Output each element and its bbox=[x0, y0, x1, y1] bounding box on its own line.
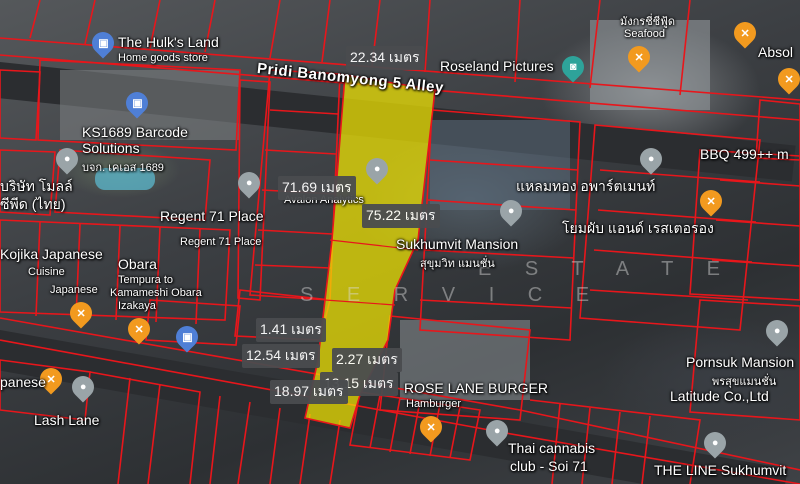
label-lash-lane[interactable]: Lash Lane bbox=[34, 412, 99, 428]
restaurant-icon: ✕ bbox=[706, 195, 716, 208]
label-ks1689-l2: Solutions bbox=[82, 140, 140, 156]
place-icon: ● bbox=[773, 325, 781, 337]
place-icon: ● bbox=[245, 177, 253, 189]
label-sukhumvit-mansion[interactable]: Sukhumvit Mansion bbox=[396, 236, 518, 252]
watermark-service: S E R V I C E bbox=[300, 284, 604, 306]
label-thai-cannabis[interactable]: Thai cannabis bbox=[508, 440, 595, 456]
shopping-bag-icon: ▣ bbox=[181, 331, 193, 344]
label-thai-cannabis2: club - Soi 71 bbox=[510, 458, 588, 474]
label-bbq[interactable]: BBQ 499++ m bbox=[700, 146, 789, 162]
label-sukhumvit-mansion-th: สุขุมวิท แมนชั่น bbox=[420, 258, 495, 270]
restaurant-icon: ✕ bbox=[740, 27, 750, 40]
satellite-map[interactable]: E S T A T E S E R V I C E ▣ ◙ ✕ ✕ ✕ ▣ ● … bbox=[0, 0, 800, 484]
place-icon: ● bbox=[647, 153, 655, 165]
restaurant-icon: ✕ bbox=[46, 373, 56, 386]
label-roseland[interactable]: Roseland Pictures bbox=[440, 58, 554, 74]
measure-top-width: 22.34 เมตร bbox=[346, 46, 424, 70]
label-kojika[interactable]: Kojika Japanese bbox=[0, 246, 103, 262]
measure-left-length: 71.69 เมตร bbox=[278, 176, 356, 200]
label-rose-lane[interactable]: ROSE LANE BURGER bbox=[404, 380, 548, 396]
label-yellow-rest[interactable]: โยมผับ แอนด์ เรสเตอรอง bbox=[562, 218, 714, 240]
shopping-bag-icon: ▣ bbox=[97, 37, 109, 50]
label-hulks-land[interactable]: The Hulk's Land bbox=[118, 34, 219, 50]
label-regent2: Regent 71 Place bbox=[180, 236, 262, 248]
measure-3: 2.27 เมตร bbox=[332, 348, 402, 372]
restaurant-icon: ✕ bbox=[134, 323, 144, 336]
shopping-bag-icon: ▣ bbox=[131, 97, 143, 110]
label-ks1689[interactable]: KS1689 Barcode bbox=[82, 124, 188, 140]
label-hulks-land-sub: Home goods store bbox=[118, 52, 208, 64]
measure-2: 12.54 เมตร bbox=[242, 344, 320, 368]
place-icon: ● bbox=[711, 437, 719, 449]
label-latitude[interactable]: Latitude Co.,Ltd bbox=[670, 388, 769, 404]
label-panese[interactable]: panese bbox=[0, 374, 46, 390]
label-seafood[interactable]: Seafood bbox=[624, 28, 665, 40]
camera-icon: ◙ bbox=[569, 61, 577, 73]
label-the-line[interactable]: THE LINE Sukhumvit bbox=[654, 462, 786, 478]
place-icon: ● bbox=[493, 425, 501, 437]
watermark-estate: E S T A T E bbox=[478, 258, 734, 280]
label-hamburger: Hamburger bbox=[406, 398, 462, 410]
label-pornsuk[interactable]: Pornsuk Mansion bbox=[686, 354, 794, 370]
label-izakaya: Izakaya bbox=[118, 300, 156, 312]
label-tempura: Tempura to bbox=[118, 274, 174, 286]
label-obara[interactable]: Obara bbox=[118, 256, 157, 272]
place-icon: ● bbox=[63, 153, 71, 165]
label-absol[interactable]: Absol bbox=[758, 44, 793, 60]
measure-5: 18.97 เมตร bbox=[270, 380, 348, 404]
label-kamameshi: Kamameshi Obara bbox=[110, 287, 202, 299]
label-ks1689-l3: บจก. เคเอส 1689 bbox=[82, 162, 164, 174]
place-icon: ● bbox=[79, 381, 87, 393]
measure-1: 1.41 เมตร bbox=[256, 318, 326, 342]
place-icon: ● bbox=[507, 205, 515, 217]
restaurant-icon: ✕ bbox=[634, 51, 644, 64]
label-regent[interactable]: Regent 71 Place bbox=[160, 208, 264, 224]
restaurant-icon: ✕ bbox=[76, 307, 86, 320]
label-thai-left2: ซีพีด (ไทย) bbox=[0, 196, 66, 212]
restaurant-icon: ✕ bbox=[426, 421, 436, 434]
label-japanese: Japanese bbox=[50, 284, 98, 296]
measure-right-length: 75.22 เมตร bbox=[362, 204, 440, 228]
label-flame[interactable]: แหลมทอง อพาร์ตเมนท์ bbox=[516, 176, 655, 198]
place-icon: ● bbox=[373, 163, 381, 175]
label-kojika2: Cuisine bbox=[28, 266, 65, 278]
restaurant-icon: ✕ bbox=[784, 73, 794, 86]
